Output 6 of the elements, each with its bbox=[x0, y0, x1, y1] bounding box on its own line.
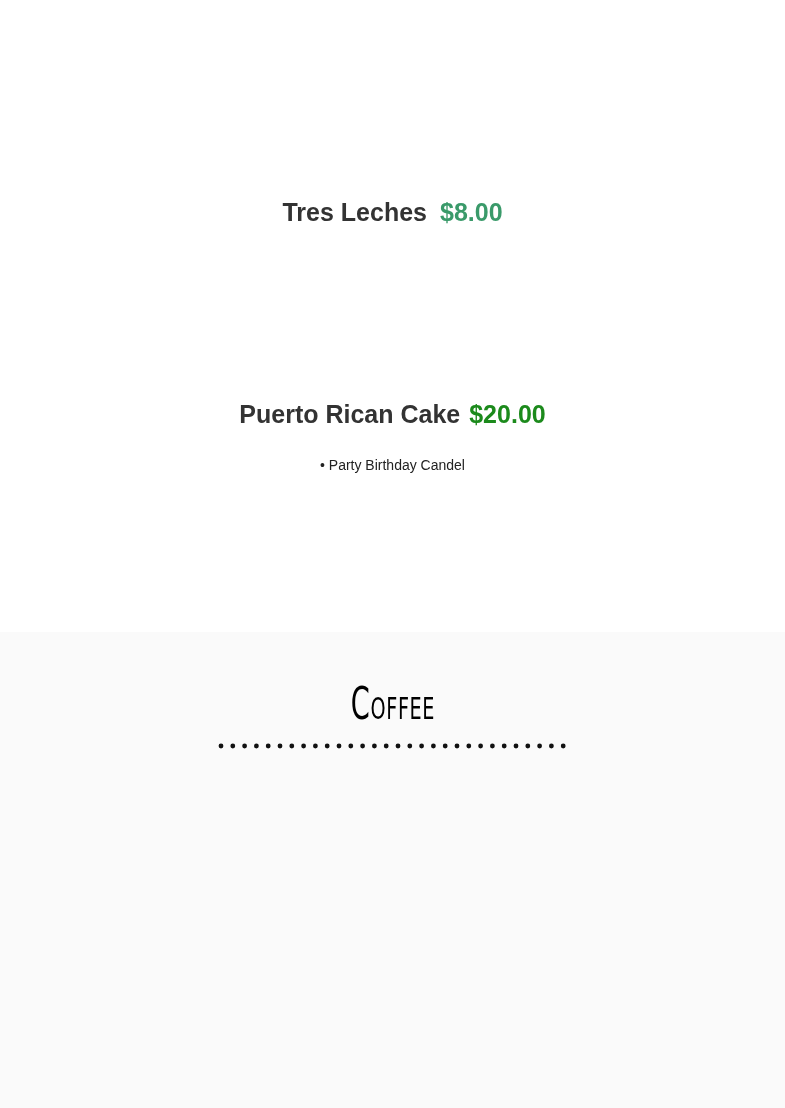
item-price: $20.00 bbox=[469, 400, 546, 429]
item-name: Puerto Rican Cake bbox=[239, 400, 461, 429]
item-note: • Party Birthday Candel bbox=[320, 457, 465, 473]
section-title: Coffee bbox=[350, 677, 435, 731]
item-price: $8.00 bbox=[440, 198, 503, 227]
item-name: Tres Leches bbox=[282, 198, 427, 227]
